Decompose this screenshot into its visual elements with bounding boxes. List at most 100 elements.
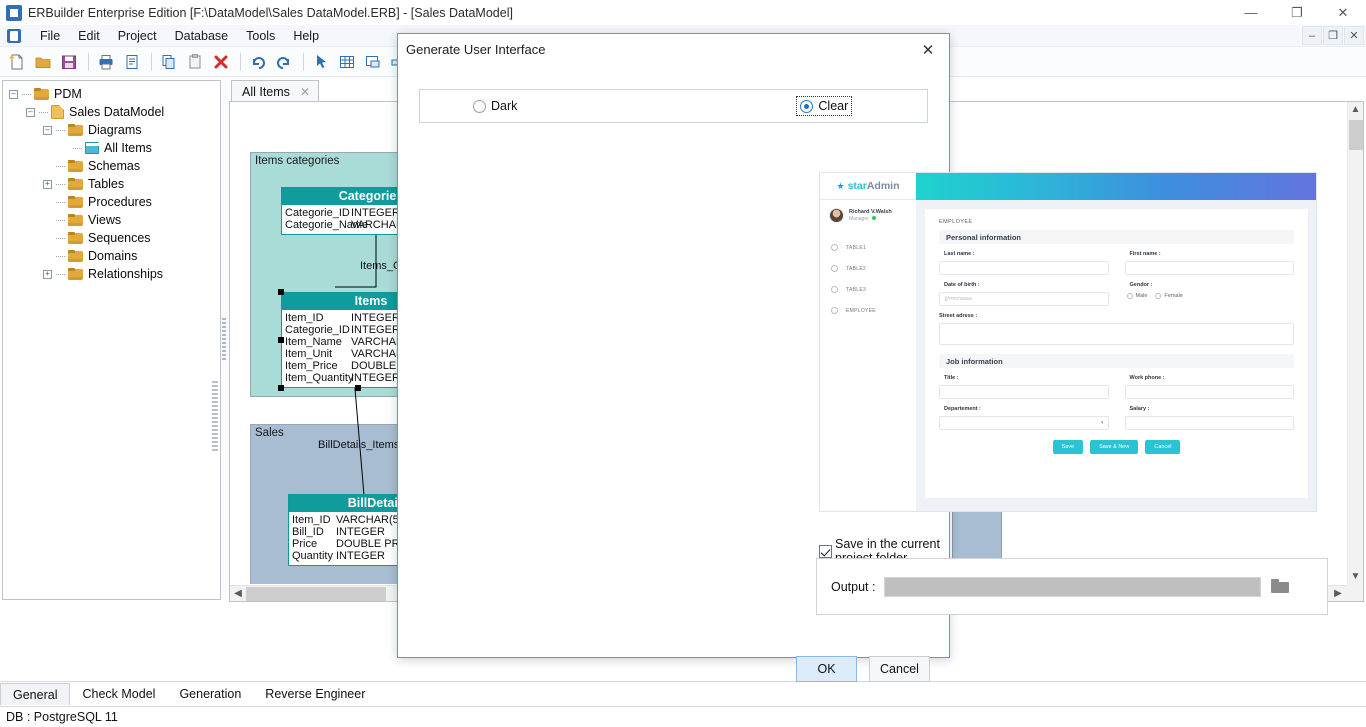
date-of-birth-input[interactable]: jj/mm/aaaa [939,292,1109,306]
tree-item-sales-datamodel[interactable]: – Sales DataModel [9,103,220,121]
radio-male[interactable]: Male [1126,293,1147,299]
splitter-grip[interactable] [222,318,226,362]
window-restore-button[interactable]: ❐ [1274,0,1320,25]
scroll-up-arrow-icon[interactable]: ▲ [1348,102,1363,118]
department-select[interactable]: ▾ [939,416,1109,430]
region-label: Items categories [255,155,340,167]
open-folder-icon[interactable] [31,50,55,74]
menu-item-edit[interactable]: Edit [69,27,109,45]
radio-dot-icon [1126,293,1133,299]
radio-female[interactable]: Female [1155,293,1183,299]
menu-item-tools[interactable]: Tools [237,27,284,45]
tab-all-items[interactable]: All Items ✕ [231,80,319,102]
column-type: INTEGER [351,312,400,324]
mdi-close-button[interactable]: ✕ [1344,26,1364,45]
preview-field-last-name: Last name : [939,251,1109,275]
canvas-vertical-scrollbar[interactable]: ▲ ▼ [1347,102,1363,585]
window-minimize-button[interactable]: — [1228,0,1274,25]
tree-item-views[interactable]: Views [9,211,220,229]
scroll-left-arrow-icon[interactable]: ◀ [230,588,246,599]
output-path-input[interactable] [884,576,1262,597]
work-phone-input[interactable] [1124,385,1294,399]
tree-item-tables[interactable]: + Tables [9,175,220,193]
collapse-icon[interactable]: – [9,89,18,99]
tree-item-sequences[interactable]: Sequences [9,229,220,247]
tree-item-relationships[interactable]: + Relationships [9,265,220,283]
bottom-tab-check-model[interactable]: Check Model [70,683,167,705]
save-icon[interactable] [57,50,81,74]
window-close-button[interactable]: ✕ [1320,0,1366,25]
cancel-button[interactable]: Cancel [869,656,930,682]
column-type: VARCHAR(5) [336,514,403,526]
bottom-tab-general[interactable]: General [0,683,71,705]
preview-save-new-button[interactable]: Save & New [1090,440,1139,454]
browse-folder-icon[interactable] [1271,578,1291,596]
selection-handle[interactable] [355,385,361,391]
menu-item-file[interactable]: File [31,27,69,45]
horizontal-scroll-thumb[interactable] [246,586,386,601]
ok-button[interactable]: OK [796,656,857,682]
tree-item-schemas[interactable]: Schemas [9,157,220,175]
street-address-input[interactable] [939,323,1294,345]
selection-handle[interactable] [278,289,284,295]
preview-menu-item-table1[interactable]: TABLE1 [820,237,916,258]
redo-icon[interactable] [272,50,296,74]
tree-item-procedures[interactable]: Procedures [9,193,220,211]
bottom-tab-strip: General Check Model Generation Reverse E… [0,681,1366,705]
menu-item-database[interactable]: Database [166,27,238,45]
tab-close-icon[interactable]: ✕ [300,85,310,99]
new-document-icon[interactable] [5,50,29,74]
first-name-input[interactable] [1124,261,1294,275]
preview-cancel-button[interactable]: Cancel [1145,440,1181,454]
selection-handle[interactable] [278,385,284,391]
folder-icon [68,124,83,136]
tree-item-label: All Items [104,141,152,155]
radio-theme-dark[interactable]: Dark [473,99,517,113]
menu-item-help[interactable]: Help [284,27,328,45]
title-input[interactable] [939,385,1109,399]
mdi-restore-button[interactable]: ❐ [1323,26,1343,45]
bottom-tab-reverse-engineer[interactable]: Reverse Engineer [253,683,377,705]
tree-item-pdm[interactable]: – PDM [9,85,220,103]
preview-menu-item-table3[interactable]: TABLE3 [820,279,916,300]
preview-menu-item-employee[interactable]: EMPLOYEE [820,300,916,321]
region-label: Sales [255,427,284,439]
tree-item-domains[interactable]: Domains [9,247,220,265]
tree-scroll-indicator[interactable] [212,381,218,451]
selection-handle[interactable] [278,337,284,343]
checkbox-icon [819,544,832,558]
table-icon[interactable] [335,50,359,74]
report-icon[interactable] [120,50,144,74]
last-name-input[interactable] [939,261,1109,275]
expand-icon[interactable]: + [43,179,52,189]
panel-splitter[interactable] [221,80,229,600]
preview-save-button[interactable]: Save [1052,440,1084,454]
menu-item-project[interactable]: Project [109,27,166,45]
title-bar: ERBuilder Enterprise Edition [F:\DataMod… [0,0,1366,25]
bottom-tab-generation[interactable]: Generation [167,683,253,705]
view-icon[interactable] [361,50,385,74]
preview-user-role-wrap: Manager [849,215,892,223]
tree-item-all-items[interactable]: All Items [9,139,220,157]
delete-icon[interactable] [209,50,233,74]
expand-icon[interactable]: + [43,269,52,279]
scroll-right-arrow-icon[interactable]: ▶ [1330,588,1346,599]
dialog-title: Generate User Interface [398,34,949,64]
collapse-icon[interactable]: – [26,107,35,117]
undo-icon[interactable] [246,50,270,74]
salary-input[interactable] [1124,416,1294,430]
model-tree[interactable]: – PDM – Sales DataModel – Diagrams All Items Sc… [3,81,220,283]
scroll-down-arrow-icon[interactable]: ▼ [1348,569,1363,585]
preview-menu-item-table2[interactable]: TABLE2 [820,258,916,279]
print-icon[interactable] [94,50,118,74]
copy-icon[interactable] [157,50,181,74]
dialog-close-icon[interactable]: ✕ [911,38,945,62]
tree-item-diagrams[interactable]: – Diagrams [9,121,220,139]
paste-icon[interactable] [183,50,207,74]
radio-theme-clear[interactable]: Clear [796,96,853,116]
collapse-icon[interactable]: – [43,125,52,135]
vertical-scroll-thumb[interactable] [1349,120,1363,150]
pointer-icon[interactable] [309,50,333,74]
mdi-minimize-button[interactable]: – [1302,26,1322,45]
preview-field-salary: Salary : [1124,406,1294,430]
